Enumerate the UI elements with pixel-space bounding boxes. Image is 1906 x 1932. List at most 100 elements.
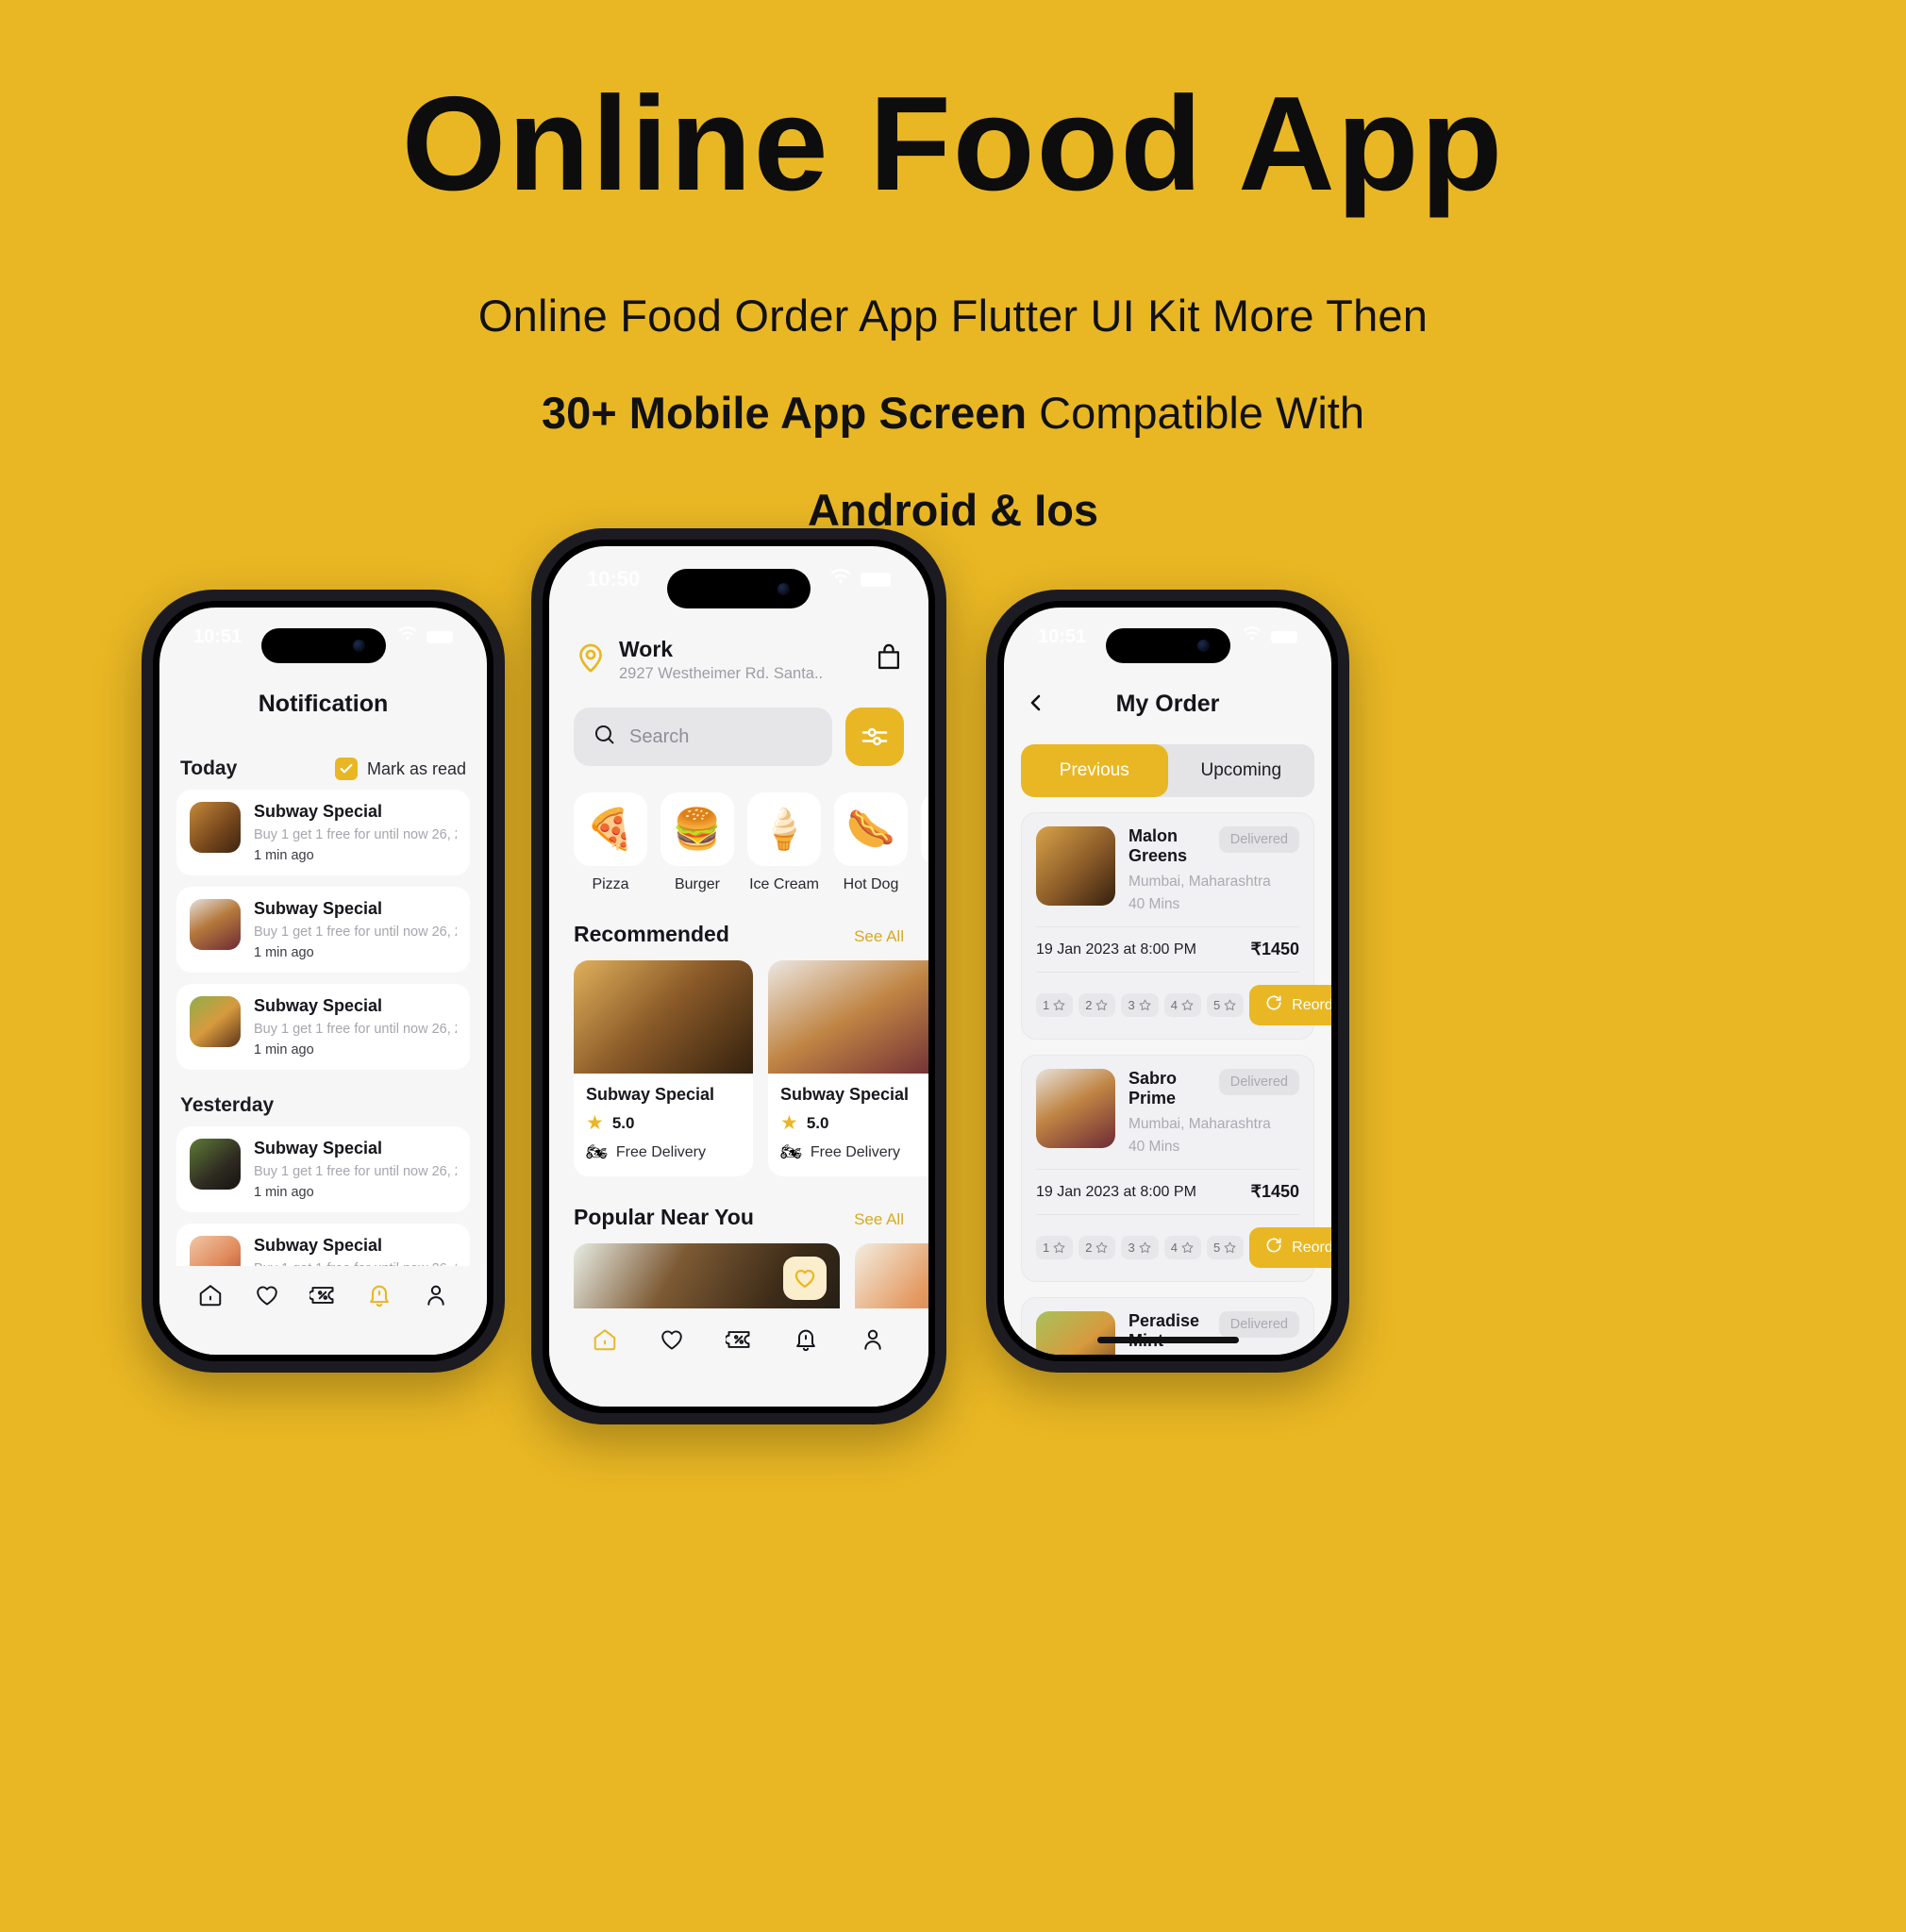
notification-thumbnail bbox=[190, 996, 241, 1047]
wifi-icon bbox=[1242, 625, 1262, 648]
reorder-button[interactable]: Reorder bbox=[1249, 985, 1331, 1025]
user-icon[interactable] bbox=[859, 1325, 887, 1354]
delivery-scooter-icon: 🏍 bbox=[780, 1142, 802, 1161]
notification-body: Notification Today Mark as read Subway S… bbox=[159, 677, 487, 1355]
order-city: Mumbai, Maharashtra bbox=[1129, 874, 1271, 890]
notification-desc: Buy 1 get 1 free for until now 26, 2022 bbox=[254, 924, 457, 940]
notification-item[interactable]: Subway Special Buy 1 get 1 free for unti… bbox=[176, 1126, 470, 1212]
tab-previous[interactable]: Previous bbox=[1021, 744, 1168, 797]
dynamic-island bbox=[260, 628, 386, 663]
category-item-ice-cream[interactable]: 🍦 Ice Cream bbox=[747, 792, 821, 893]
notification-thumbnail bbox=[190, 1139, 241, 1190]
front-camera-icon bbox=[1196, 640, 1210, 652]
bell-icon[interactable] bbox=[365, 1281, 393, 1309]
home-icon[interactable] bbox=[196, 1281, 225, 1309]
notification-title: Subway Special bbox=[254, 899, 383, 918]
rating-star-3[interactable]: 3 bbox=[1121, 1236, 1159, 1259]
category-item-hot-dog[interactable]: 🌭 Hot Dog bbox=[834, 792, 908, 893]
food-title: Subway Special bbox=[780, 1085, 910, 1104]
rating-star-3[interactable]: 3 bbox=[1121, 993, 1159, 1017]
phone-bezel: 10:51 My Order Previous Upcoming Malon G… bbox=[997, 601, 1338, 1361]
rating-num: 2 bbox=[1085, 1241, 1093, 1255]
rating-stars: 1 2 3 4 5 bbox=[1036, 1236, 1245, 1259]
home-indicator bbox=[1096, 1337, 1239, 1343]
notification-item[interactable]: Subway Special Buy 1 get 1 free for unti… bbox=[176, 984, 470, 1070]
screen-title: Notification bbox=[258, 691, 389, 717]
notification-item[interactable]: Subway Special Buy 1 get 1 free for unti… bbox=[176, 887, 470, 973]
discount-icon[interactable] bbox=[725, 1325, 753, 1354]
status-time: 10:51 bbox=[193, 625, 242, 647]
notification-item[interactable]: Subway Special Buy 1 get 1 free for unti… bbox=[176, 790, 470, 875]
headline-block: Online Food App Online Food Order App Fl… bbox=[0, 0, 1906, 536]
food-image bbox=[768, 960, 928, 1074]
mark-as-read-button[interactable]: Mark as read bbox=[334, 758, 466, 780]
recommended-header: Recommended See All bbox=[549, 922, 928, 947]
search-input[interactable]: Search bbox=[574, 708, 832, 766]
rating-star-1[interactable]: 1 bbox=[1036, 993, 1074, 1017]
filter-sliders-icon[interactable] bbox=[845, 708, 904, 766]
juice-icon: 🧃 bbox=[921, 792, 928, 866]
notification-desc: Buy 1 get 1 free for until now 26, 2022 bbox=[254, 1164, 457, 1179]
rating-num: 3 bbox=[1128, 998, 1135, 1012]
check-icon[interactable] bbox=[334, 758, 358, 780]
rating-star-5[interactable]: 5 bbox=[1206, 1236, 1245, 1259]
rating-num: 4 bbox=[1170, 998, 1178, 1012]
order-amount: ₹1450 bbox=[1250, 940, 1300, 958]
category-label: Juic bbox=[921, 876, 928, 893]
rating-num: 5 bbox=[1212, 1241, 1221, 1255]
user-icon[interactable] bbox=[422, 1281, 450, 1309]
wifi-icon bbox=[397, 625, 418, 648]
bell-icon[interactable] bbox=[792, 1325, 820, 1354]
see-all-link[interactable]: See All bbox=[854, 927, 904, 946]
discount-icon[interactable] bbox=[309, 1281, 337, 1309]
recommended-card[interactable]: Subway Special ★ 5.0 🏍 Free Delivery bbox=[768, 960, 928, 1176]
phone-notification: 10:51 Notification Today Mark as read Su… bbox=[142, 590, 505, 1373]
order-restaurant-name: Peradise Mint bbox=[1129, 1311, 1200, 1350]
phone-bezel: 10:50 Work 2927 Westheimer Rd. Santa.. S… bbox=[543, 540, 935, 1413]
heart-icon[interactable] bbox=[253, 1281, 281, 1309]
notification-desc: Buy 1 get 1 free for until now 26, 2022 bbox=[254, 1022, 457, 1037]
rating-value: 5.0 bbox=[806, 1113, 829, 1132]
battery-icon bbox=[426, 630, 453, 643]
tab-upcoming[interactable]: Upcoming bbox=[1168, 744, 1315, 797]
category-item-pizza[interactable]: 🍕 Pizza bbox=[574, 792, 647, 893]
rating-star-4[interactable]: 4 bbox=[1163, 993, 1201, 1017]
address-bar[interactable]: Work 2927 Westheimer Rd. Santa.. bbox=[549, 637, 928, 683]
rating-star-5[interactable]: 5 bbox=[1206, 993, 1245, 1017]
rating-num: 2 bbox=[1085, 998, 1093, 1012]
section-heading: Popular Near You bbox=[574, 1205, 754, 1229]
order-card[interactable]: Peradise Mint Delivered Mumbai, Maharash… bbox=[1021, 1297, 1314, 1355]
home-icon[interactable] bbox=[591, 1325, 619, 1354]
status-badge: Delivered bbox=[1218, 1311, 1299, 1338]
hero-subtitle-line2: 30+ Mobile App Screen Compatible With bbox=[0, 387, 1906, 439]
category-item-juice[interactable]: 🧃 Juic bbox=[921, 792, 928, 893]
battery-icon bbox=[1271, 630, 1297, 643]
rating-star-2[interactable]: 2 bbox=[1078, 993, 1116, 1017]
heart-icon[interactable] bbox=[658, 1325, 686, 1354]
favorite-button[interactable] bbox=[783, 1257, 827, 1300]
notification-thumbnail bbox=[190, 802, 241, 853]
notification-screen: 10:51 Notification Today Mark as read Su… bbox=[159, 608, 487, 1355]
category-label: Hot Dog bbox=[843, 876, 899, 892]
see-all-link[interactable]: See All bbox=[854, 1210, 904, 1229]
rating-star-1[interactable]: 1 bbox=[1036, 1236, 1074, 1259]
battery-icon bbox=[861, 572, 891, 587]
order-card[interactable]: Malon Greens Delivered Mumbai, Maharasht… bbox=[1021, 812, 1331, 1040]
order-thumbnail bbox=[1036, 1069, 1115, 1148]
shopping-bag-icon[interactable] bbox=[874, 642, 904, 677]
hot-dog-icon: 🌭 bbox=[834, 792, 908, 866]
reorder-button[interactable]: Reorder bbox=[1249, 1227, 1331, 1268]
address-label: Work bbox=[619, 637, 674, 661]
status-time: 10:50 bbox=[587, 567, 641, 591]
delivery-label: Free Delivery bbox=[810, 1143, 900, 1160]
search-icon bbox=[593, 723, 616, 751]
category-item-burger[interactable]: 🍔 Burger bbox=[660, 792, 734, 893]
rating-star-4[interactable]: 4 bbox=[1163, 1236, 1201, 1259]
rating-num: 5 bbox=[1212, 998, 1221, 1012]
pizza-icon: 🍕 bbox=[574, 792, 647, 866]
rating-star-2[interactable]: 2 bbox=[1078, 1236, 1116, 1259]
recommended-card[interactable]: Subway Special ★ 5.0 🏍 Free Delivery bbox=[574, 960, 753, 1176]
bottom-navigation bbox=[549, 1308, 928, 1407]
search-placeholder: Search bbox=[629, 725, 690, 747]
order-card[interactable]: Sabro Prime Delivered Mumbai, Maharashtr… bbox=[1021, 1055, 1331, 1282]
